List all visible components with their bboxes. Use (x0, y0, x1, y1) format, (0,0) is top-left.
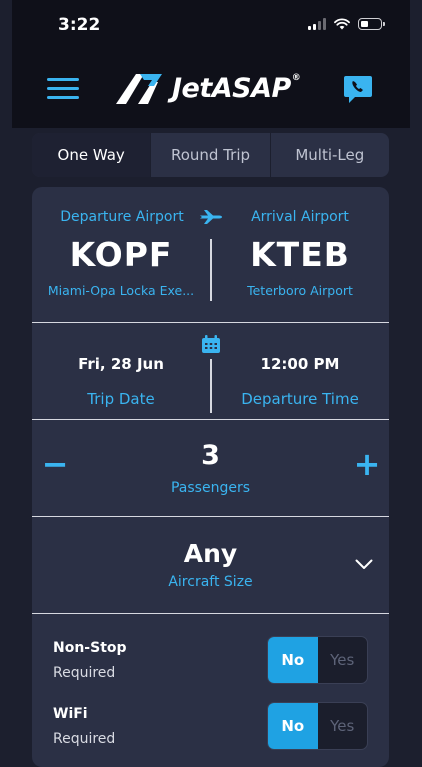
chevron-down-icon (355, 559, 373, 569)
passengers-section: − 3 Passengers + (32, 420, 389, 516)
phone-chat-icon (344, 76, 372, 103)
route-section: Departure Airport Arrival Airport KOPF K… (32, 187, 389, 322)
schedule-section: Fri, 28 Jun 12:00 PM Trip Date Departure… (32, 323, 389, 419)
departure-time-value[interactable]: 12:00 PM (211, 355, 389, 373)
aircraft-size-label: Aircraft Size (168, 574, 253, 590)
wifi-icon (334, 18, 350, 30)
departure-time-label: Departure Time (241, 390, 359, 408)
logo-text: JetASAP® (172, 72, 301, 104)
jetasap-logo-icon (116, 74, 162, 104)
status-bar: 3:22 (0, 0, 422, 50)
tab-multi-leg[interactable]: Multi-Leg (269, 133, 389, 177)
option-nonstop-name: Non-Stop (53, 640, 127, 656)
calendar-icon (202, 335, 220, 353)
wifi-yes-button[interactable]: Yes (318, 703, 368, 749)
tab-round-trip[interactable]: Round Trip (150, 133, 269, 177)
passenger-count: 3 (201, 440, 220, 471)
option-wifi-sub: Required (53, 731, 116, 747)
option-nonstop-sub: Required (53, 665, 116, 681)
battery-icon (358, 18, 385, 30)
arrival-label: Arrival Airport (251, 209, 349, 225)
trip-type-tabs: One Way Round Trip Multi-Leg (32, 133, 389, 177)
app-screen: 3:22 JetASAP® One Way Round Trip Multi-L… (0, 0, 422, 767)
jetasap-logo: JetASAP® (114, 70, 301, 106)
aircraft-size-value: Any (183, 539, 238, 568)
wifi-toggle: No Yes (267, 702, 368, 750)
passengers-label: Passengers (170, 480, 251, 496)
signal-icon (308, 18, 326, 30)
increase-passengers-button[interactable]: + (352, 448, 382, 480)
booking-card: Departure Airport Arrival Airport KOPF K… (32, 187, 389, 767)
aircraft-size-select[interactable]: Any Aircraft Size (32, 517, 389, 613)
airplane-icon (200, 210, 222, 224)
departure-label: Departure Airport (60, 209, 184, 225)
nonstop-toggle: No Yes (267, 636, 368, 684)
arrival-code[interactable]: KTEB (211, 235, 389, 274)
phone-chat-button[interactable] (343, 74, 373, 104)
nonstop-no-button[interactable]: No (268, 637, 318, 683)
wifi-no-button[interactable]: No (268, 703, 318, 749)
departure-code[interactable]: KOPF (32, 235, 210, 274)
trip-date-label: Trip Date (87, 390, 155, 408)
menu-icon[interactable] (47, 78, 79, 100)
arrival-airport-name: Teterboro Airport (247, 283, 353, 298)
tab-one-way[interactable]: One Way (32, 133, 151, 177)
options-section: Non-Stop Required No Yes WiFi Required N… (32, 614, 389, 764)
status-icons (308, 18, 385, 30)
nonstop-yes-button[interactable]: Yes (318, 637, 368, 683)
departure-airport-name: Miami-Opa Locka Exe... (47, 283, 195, 298)
trip-date-value[interactable]: Fri, 28 Jun (32, 355, 210, 373)
status-time: 3:22 (58, 15, 101, 35)
option-wifi-name: WiFi (53, 706, 88, 722)
